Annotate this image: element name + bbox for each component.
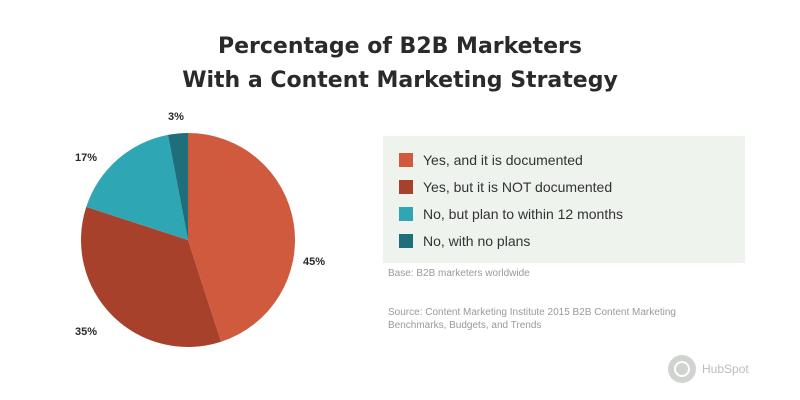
legend-label-yes-not-documented: Yes, but it is NOT documented (423, 178, 613, 195)
legend-item-yes-not-documented: Yes, but it is NOT documented (399, 173, 729, 200)
legend-item-yes-documented: Yes, and it is documented (399, 146, 729, 173)
pie-label-2: 17% (75, 152, 97, 164)
pie-label-1: 35% (75, 326, 97, 338)
chart-legend: Yes, and it is documented Yes, but it is… (383, 136, 745, 263)
pie-label-3: 3% (168, 111, 184, 123)
legend-item-no-plans: No, with no plans (399, 227, 729, 254)
legend-swatch-yes-not-documented (399, 179, 413, 194)
legend-label-no-plans: No, with no plans (423, 232, 531, 249)
legend-swatch-yes-documented (399, 152, 413, 167)
legend-label-no-plan: No, but plan to within 12 months (423, 205, 624, 222)
brand-name: HubSpot (702, 362, 749, 376)
brand: HubSpot (668, 355, 749, 383)
legend-label-yes-documented: Yes, and it is documented (423, 151, 583, 168)
legend-swatch-no-plan (399, 206, 413, 221)
pie-label-0: 45% (303, 256, 325, 268)
source-note: Source: Content Marketing Institute 2015… (388, 307, 676, 331)
legend-item-no-plan: No, but plan to within 12 months (399, 200, 729, 227)
brand-logo-icon (668, 355, 696, 383)
base-note: Base: B2B marketers worldwide (388, 268, 530, 279)
legend-swatch-no-plans (399, 233, 413, 248)
